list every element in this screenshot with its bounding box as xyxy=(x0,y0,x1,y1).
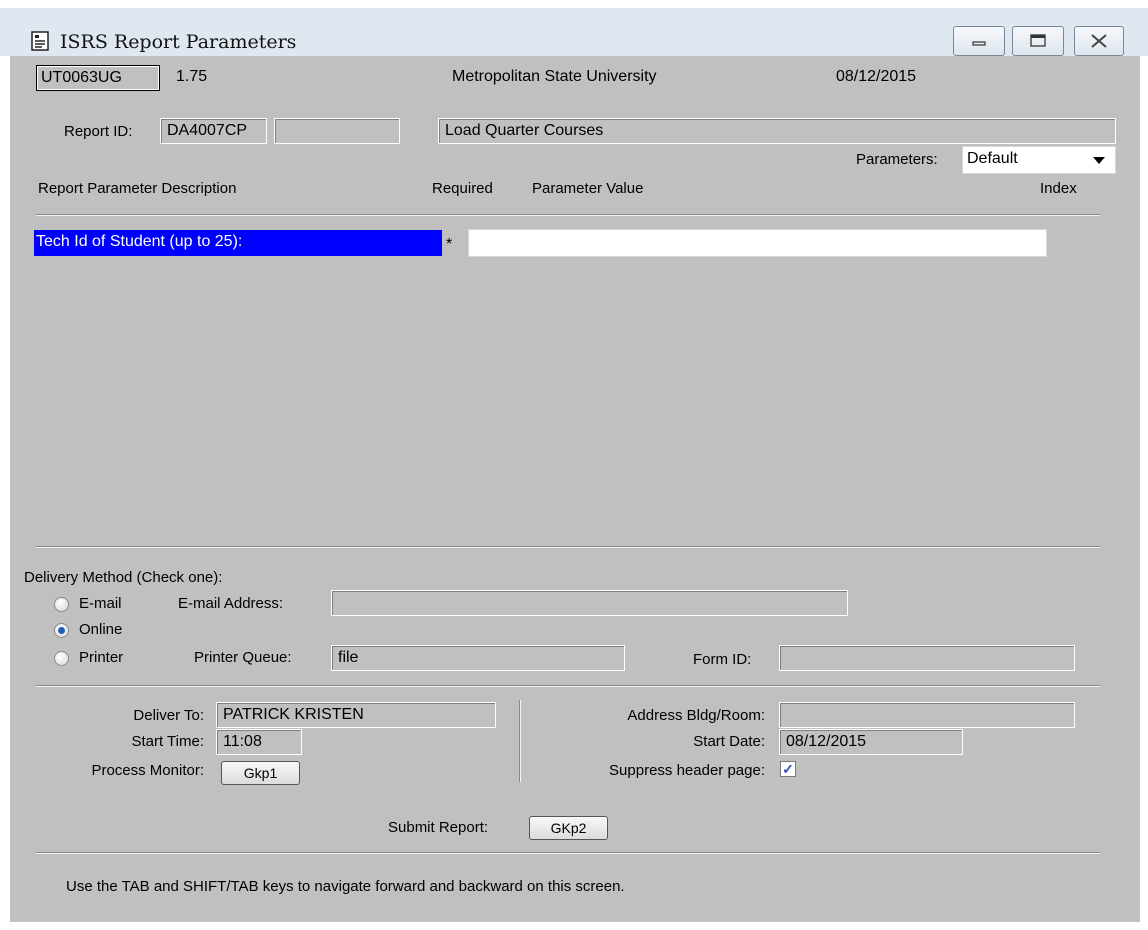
radio-online-label: Online xyxy=(79,621,123,638)
institution-name: Metropolitan State University xyxy=(452,68,657,85)
parameters-label: Parameters: xyxy=(856,151,938,168)
vertical-divider xyxy=(519,700,521,782)
report-id-label: Report ID: xyxy=(64,123,133,140)
form-id-label: Form ID: xyxy=(693,651,752,668)
dropdown-arrow-icon xyxy=(1093,157,1105,164)
report-id-extra-field[interactable] xyxy=(274,118,400,144)
minimize-icon xyxy=(972,41,986,46)
radio-email-label: E-mail xyxy=(79,595,122,612)
close-button[interactable] xyxy=(1074,26,1124,56)
window-title: ISRS Report Parameters xyxy=(60,31,297,53)
delivery-heading: Delivery Method (Check one): xyxy=(24,569,223,586)
column-required: Required xyxy=(432,180,493,197)
radio-printer-label: Printer xyxy=(79,649,124,666)
start-date-label: Start Date: xyxy=(693,733,765,750)
header-date: 08/12/2015 xyxy=(836,68,917,85)
radio-online[interactable] xyxy=(54,623,69,638)
address-field[interactable] xyxy=(779,702,1075,728)
radio-printer[interactable] xyxy=(54,651,69,666)
navigation-hint: Use the TAB and SHIFT/TAB keys to naviga… xyxy=(66,878,625,895)
address-label: Address Bldg/Room: xyxy=(627,707,765,724)
divider xyxy=(36,214,1100,216)
maximize-icon xyxy=(1030,34,1046,47)
report-id-field[interactable]: DA4007CP xyxy=(160,118,267,144)
submit-report-button[interactable]: GKp2 xyxy=(529,816,608,840)
parameters-select[interactable]: Default xyxy=(962,146,1116,174)
form-id-field[interactable] xyxy=(779,645,1075,671)
suppress-header-checkbox[interactable]: ✓ xyxy=(780,761,796,777)
divider xyxy=(36,852,1100,854)
divider xyxy=(36,685,1100,687)
deliver-to-field[interactable]: PATRICK KRISTEN xyxy=(216,702,496,728)
start-time-label: Start Time: xyxy=(131,733,204,750)
app-code-box: UT0063UG xyxy=(36,65,160,91)
email-address-label: E-mail Address: xyxy=(178,595,284,612)
radio-email[interactable] xyxy=(54,597,69,612)
parameter-description: Tech Id of Student (up to 25): xyxy=(36,233,243,250)
parameters-value: Default xyxy=(967,150,1018,167)
process-monitor-label: Process Monitor: xyxy=(91,762,204,779)
divider xyxy=(36,546,1100,548)
report-name-field: Load Quarter Courses xyxy=(438,118,1116,144)
report-icon xyxy=(31,31,49,51)
app-version: 1.75 xyxy=(176,68,208,85)
printer-queue-label: Printer Queue: xyxy=(194,649,292,666)
process-monitor-button[interactable]: Gkp1 xyxy=(221,761,300,785)
printer-queue-field[interactable]: file xyxy=(331,645,625,671)
email-address-field[interactable] xyxy=(331,590,848,616)
close-icon xyxy=(1091,34,1107,48)
column-index: Index xyxy=(1040,180,1077,197)
start-date-field[interactable]: 08/12/2015 xyxy=(779,729,963,755)
tech-id-input[interactable] xyxy=(468,229,1047,257)
suppress-header-label: Suppress header page: xyxy=(609,762,765,779)
maximize-button[interactable] xyxy=(1012,26,1064,56)
submit-report-label: Submit Report: xyxy=(388,819,489,836)
app-code: UT0063UG xyxy=(37,66,159,90)
start-time-field[interactable]: 11:08 xyxy=(216,729,302,755)
minimize-button[interactable] xyxy=(953,26,1005,56)
table-row[interactable]: Tech Id of Student (up to 25): xyxy=(34,230,442,256)
column-parameter-value: Parameter Value xyxy=(532,180,644,197)
column-description: Report Parameter Description xyxy=(38,180,237,197)
deliver-to-label: Deliver To: xyxy=(133,707,204,724)
required-marker: * xyxy=(446,236,453,253)
